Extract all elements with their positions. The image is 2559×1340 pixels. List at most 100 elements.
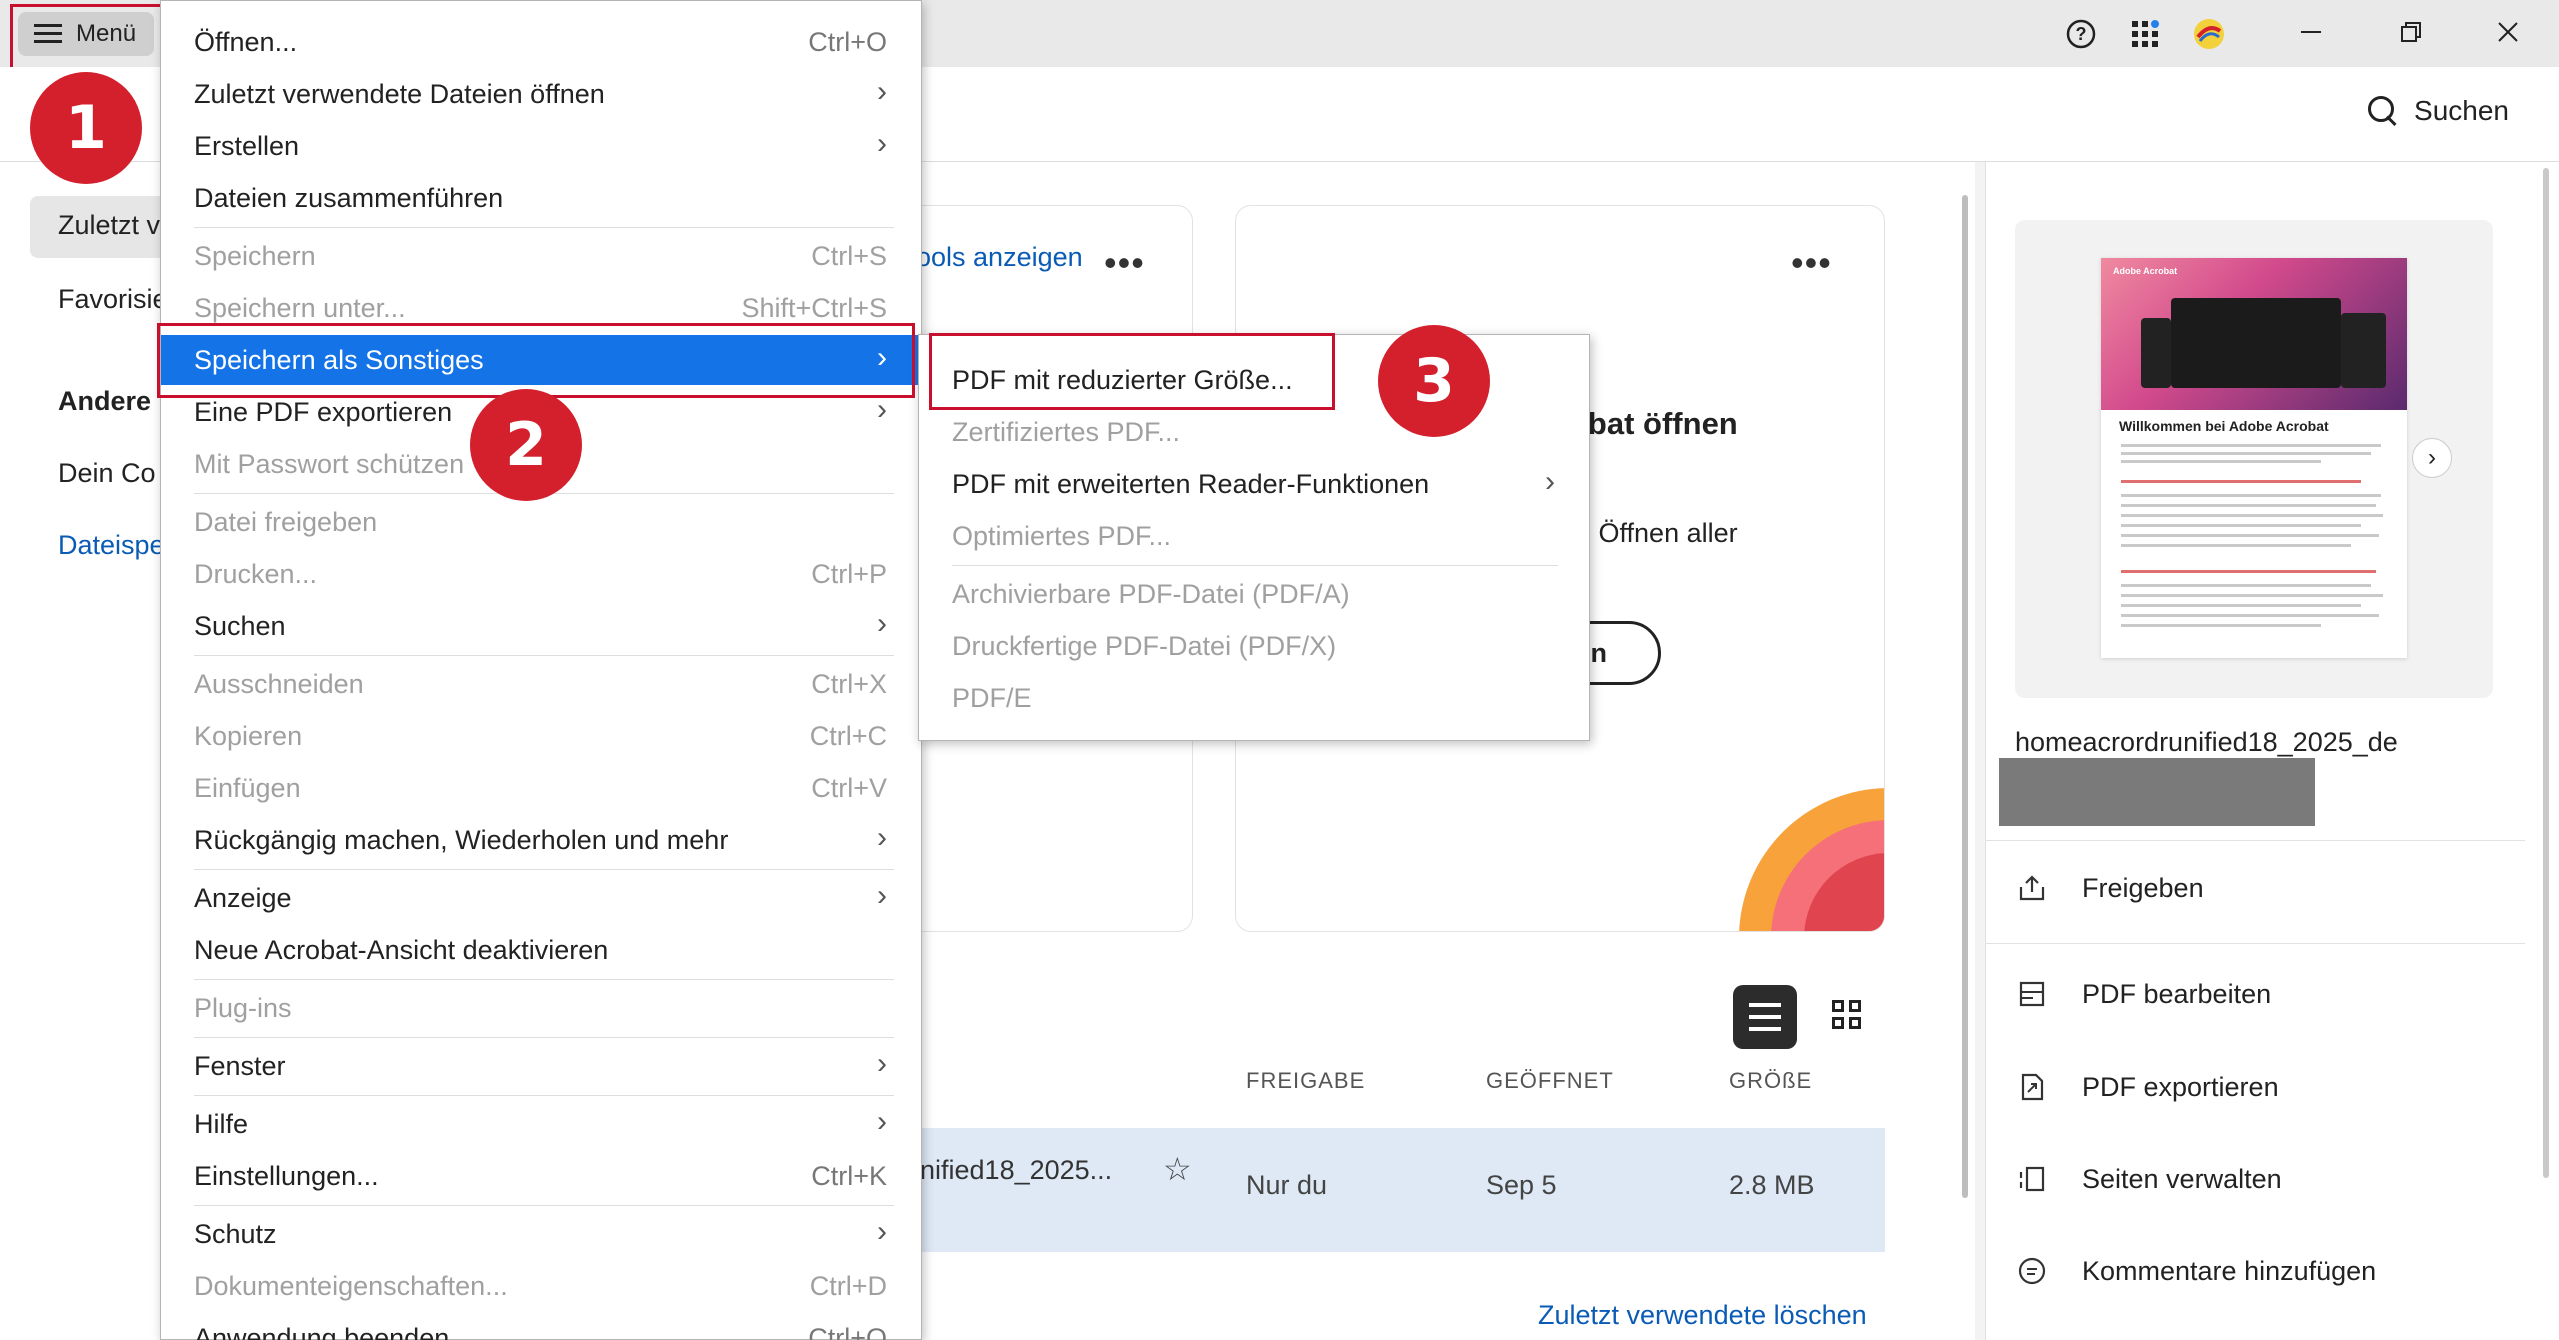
main-scrollbar[interactable] (1962, 195, 1968, 1198)
export-pdf-icon (2015, 1070, 2049, 1104)
menu-item-shortcut: Ctrl+X (811, 669, 887, 699)
thumbnail-text-line (2121, 534, 2379, 537)
menu-separator (194, 655, 894, 656)
right-panel-scrollbar[interactable] (2543, 168, 2549, 1178)
main-menu: Öffnen... Ctrl+O Zuletzt verwendete Dateie… (160, 0, 922, 1340)
menu-item-erstellen[interactable]: Erstellen › (161, 121, 921, 171)
menu-item-shortcut: Ctrl+S (811, 241, 887, 271)
thumbnail-text-line (2121, 584, 2371, 587)
next-thumbnail-icon[interactable]: › (2412, 438, 2452, 478)
star-icon[interactable]: ☆ (1163, 1150, 1192, 1188)
menu-item-label: Anwendung beenden (194, 1323, 450, 1340)
action-organize-pages[interactable]: Seiten verwalten (2082, 1164, 2282, 1195)
document-thumbnail[interactable]: Adobe Acrobat Willkommen bei Adobe Acrob… (2101, 258, 2407, 658)
open-card-heading: obat öffnen (1569, 406, 1738, 441)
nav-item-your-computer[interactable]: Dein Co (58, 458, 156, 489)
menu-item-anwendung-beenden[interactable]: Anwendung beenden Ctrl+Q (161, 1313, 921, 1340)
menu-separator (194, 979, 894, 980)
nav-item-recent[interactable]: Zuletzt v (58, 210, 160, 241)
apps-grid-icon[interactable] (2127, 16, 2163, 52)
close-icon[interactable] (2488, 12, 2528, 52)
menu-item-öffnen[interactable]: Öffnen... Ctrl+O (161, 17, 921, 67)
more-options-icon[interactable]: ••• (1791, 242, 1832, 284)
thumbnail-text-line (2121, 452, 2371, 455)
chevron-right-icon: › (877, 607, 887, 640)
clear-recent-link[interactable]: Zuletzt verwendete löschen (1538, 1300, 1867, 1331)
svg-text:?: ? (2076, 24, 2087, 44)
menu-separator (194, 1037, 894, 1038)
menu-item-hilfe[interactable]: Hilfe › (161, 1099, 921, 1149)
menu-item-ausschneiden: Ausschneiden Ctrl+X (161, 659, 921, 709)
menu-item-label: Mit Passwort schützen (194, 449, 465, 479)
highlight-frame-save-as-other (157, 323, 915, 398)
menu-item-dateien-zusammenführen[interactable]: Dateien zusammenführen (161, 173, 921, 223)
menu-item-label: Eine PDF exportieren (194, 397, 453, 427)
menu-item-label: Fenster (194, 1051, 286, 1081)
nav-item-storage[interactable]: Dateispe (58, 530, 165, 561)
nav-heading-other: Andere (58, 386, 152, 416)
menu-item-kopieren: Kopieren Ctrl+C (161, 711, 921, 761)
submenu-item-optimiertes-pdf: Optimiertes PDF... (919, 511, 1589, 561)
help-icon[interactable]: ? (2063, 16, 2099, 52)
action-share[interactable]: Freigeben (2082, 873, 2204, 904)
file-name[interactable]: nified18_2025... (920, 1155, 1112, 1186)
thumbnail-text-line (2121, 480, 2361, 483)
restore-icon[interactable] (2391, 12, 2431, 52)
highlight-frame-menu (10, 4, 170, 72)
menu-item-suchen[interactable]: Suchen › (161, 601, 921, 651)
more-options-icon[interactable]: ••• (1104, 242, 1145, 284)
edit-pdf-icon (2015, 977, 2049, 1011)
profile-icon[interactable] (2191, 16, 2227, 52)
column-header-share[interactable]: FREIGABE (1246, 1068, 1365, 1094)
step-badge-1: 1 (30, 72, 142, 184)
menu-item-fenster[interactable]: Fenster › (161, 1041, 921, 1091)
menu-item-label: Druckfertige PDF-Datei (PDF/X) (952, 631, 1337, 661)
menu-item-shortcut: Ctrl+D (809, 1271, 887, 1301)
menu-item-einfügen: Einfügen Ctrl+V (161, 763, 921, 813)
menu-item-drucken: Drucken... Ctrl+P (161, 549, 921, 599)
menu-item-label: PDF mit erweiterten Reader-Funktionen (952, 469, 1430, 499)
menu-item-label: Drucken... (194, 559, 318, 589)
menu-item-shortcut: Ctrl+V (811, 773, 887, 803)
chevron-right-icon: › (877, 1215, 887, 1248)
file-opened: Sep 5 (1486, 1170, 1557, 1200)
nav-item-favorites[interactable]: Favorisie (58, 284, 168, 315)
thumbnail-text-line (2121, 494, 2381, 497)
menu-item-neue-acrobat-ansicht-deaktivieren[interactable]: Neue Acrobat-Ansicht deaktivieren (161, 925, 921, 975)
redacted-block (1999, 758, 2315, 826)
menu-item-schutz[interactable]: Schutz › (161, 1209, 921, 1259)
menu-item-label: Einstellungen... (194, 1161, 379, 1191)
grid-view-button[interactable] (1832, 1000, 1864, 1032)
menu-item-rückgängig-machen-wiederholen-und-mehr[interactable]: Rückgängig machen, Wiederholen und mehr › (161, 815, 921, 865)
submenu-item-druckfertige-pdf-datei-pdf-x: Druckfertige PDF-Datei (PDF/X) (919, 621, 1589, 671)
submenu-item-pdf-mit-erweiterten-reader-funktionen[interactable]: PDF mit erweiterten Reader-Funktionen › (919, 459, 1589, 509)
action-add-comments[interactable]: Kommentare hinzufügen (2082, 1256, 2376, 1287)
thumbnail-text-line (2121, 614, 2379, 617)
chevron-right-icon: › (877, 127, 887, 160)
menu-item-label: Rückgängig machen, Wiederholen und mehr (194, 825, 729, 855)
menu-item-shortcut: Ctrl+C (809, 721, 887, 751)
menu-item-label: Speichern unter... (194, 293, 406, 323)
share-icon (2015, 871, 2049, 905)
menu-item-label: Einfügen (194, 773, 301, 803)
action-edit-pdf[interactable]: PDF bearbeiten (2082, 979, 2271, 1010)
submenu-item-zertifiziertes-pdf: Zertifiziertes PDF... (919, 407, 1589, 457)
file-share: Nur du (1246, 1170, 1328, 1200)
tools-card-link[interactable]: ools anzeigen (916, 242, 1083, 273)
minimize-icon[interactable] (2291, 12, 2331, 52)
chevron-right-icon: › (877, 393, 887, 426)
action-export-pdf[interactable]: PDF exportieren (2082, 1072, 2279, 1103)
chevron-right-icon: › (1545, 465, 1555, 498)
step-badge-2: 2 (470, 389, 582, 501)
list-view-button[interactable] (1733, 985, 1797, 1049)
column-header-opened[interactable]: GEÖFFNET (1486, 1068, 1614, 1094)
menu-item-speichern: Speichern Ctrl+S (161, 231, 921, 281)
search-button[interactable]: Suchen (2368, 95, 2509, 127)
menu-item-zuletzt-verwendete-dateien-öffnen[interactable]: Zuletzt verwendete Dateien öffnen › (161, 69, 921, 119)
menu-item-label: Datei freigeben (194, 507, 378, 537)
menu-item-label: Zuletzt verwendete Dateien öffnen (194, 79, 605, 109)
menu-item-einstellungen[interactable]: Einstellungen... Ctrl+K (161, 1151, 921, 1201)
thumbnail-text-line (2121, 544, 2351, 547)
menu-item-anzeige[interactable]: Anzeige › (161, 873, 921, 923)
column-header-size[interactable]: GRÖßE (1729, 1068, 1812, 1094)
